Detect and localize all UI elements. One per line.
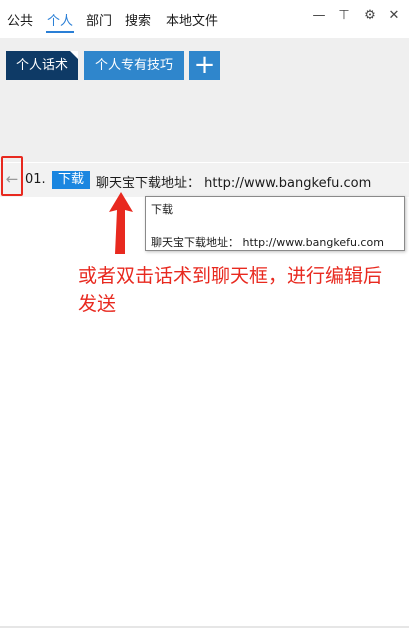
minimize-icon[interactable]: — bbox=[311, 8, 327, 24]
item-tag-badge[interactable]: 下载 bbox=[52, 171, 91, 189]
tooltip-title: 下载 bbox=[151, 203, 173, 216]
category-label: 个人专有技巧 bbox=[94, 58, 173, 73]
close-icon[interactable]: ✕ bbox=[386, 8, 402, 24]
item-tooltip: 下载 聊天宝下载地址： http://www.bangkefu.com bbox=[145, 196, 405, 251]
tab-personal[interactable]: 个人 bbox=[47, 10, 73, 29]
category-panel: 个人话术 个人专有技巧 + bbox=[0, 38, 409, 162]
tab-bar: 公共 个人 部门 搜索 本地文件 — ⊤ ⚙ ✕ bbox=[0, 0, 409, 38]
active-tab-indicator bbox=[46, 31, 74, 33]
category-personal-tips-button[interactable]: 个人专有技巧 bbox=[84, 51, 184, 80]
tab-local-files[interactable]: 本地文件 bbox=[166, 10, 218, 29]
item-content-text[interactable]: 聊天宝下载地址： http://www.bangkefu.com bbox=[96, 172, 371, 191]
tab-public[interactable]: 公共 bbox=[7, 10, 33, 29]
pin-icon[interactable]: ⊤ bbox=[336, 8, 352, 24]
tooltip-body: 聊天宝下载地址： http://www.bangkefu.com bbox=[151, 236, 384, 249]
list-item[interactable]: ← 01. 下载 聊天宝下载地址： http://www.bangkefu.co… bbox=[0, 163, 409, 197]
settings-icon[interactable]: ⚙ bbox=[362, 8, 378, 24]
category-personal-scripts-button[interactable]: 个人话术 bbox=[6, 51, 78, 80]
item-number: 01. bbox=[25, 172, 46, 187]
category-label: 个人话术 bbox=[15, 58, 68, 73]
add-category-button[interactable]: + bbox=[189, 51, 220, 80]
tab-department[interactable]: 部门 bbox=[86, 10, 112, 29]
fold-corner bbox=[70, 51, 78, 59]
tab-search[interactable]: 搜索 bbox=[125, 10, 151, 29]
annotation-highlight-box bbox=[1, 156, 23, 196]
annotation-text: 或者双击话术到聊天框，进行编辑后发送 bbox=[78, 265, 383, 315]
annotation-arrow-icon bbox=[109, 192, 133, 254]
